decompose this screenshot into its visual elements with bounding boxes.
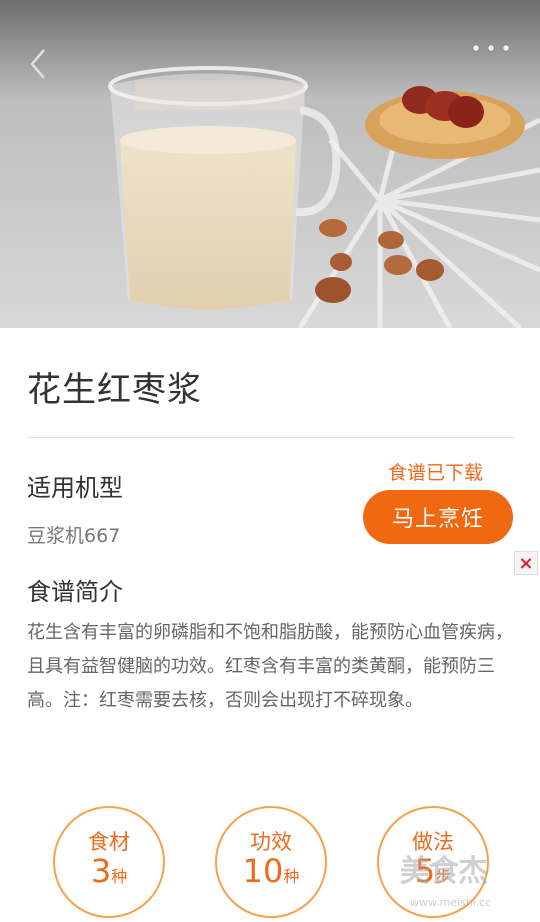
stat-number: 3 <box>90 852 112 890</box>
more-options-button[interactable] <box>468 36 514 60</box>
ingredients-stat-button[interactable]: 食材 3种 <box>53 806 165 918</box>
more-dots-icon <box>473 45 509 51</box>
back-button[interactable] <box>22 44 58 84</box>
divider <box>27 437 514 438</box>
stat-number: 10 <box>242 852 284 890</box>
peanut-date-milk-photo <box>0 0 540 328</box>
chevron-left-icon <box>30 49 45 79</box>
model-label: 适用机型 <box>27 474 123 502</box>
download-status: 食谱已下载 <box>388 462 484 484</box>
recipe-title: 花生红枣浆 <box>27 370 202 410</box>
intro-label: 食谱简介 <box>27 578 123 606</box>
stat-unit: 种 <box>283 867 300 886</box>
stat-value: 3种 <box>55 852 163 890</box>
watermark-logo: 美食杰 <box>400 854 488 889</box>
stat-unit: 种 <box>111 867 128 886</box>
cook-now-button[interactable]: 马上烹饪 <box>363 490 513 544</box>
model-value: 豆浆机667 <box>27 525 121 547</box>
watermark-url: www.meishi.cc <box>410 896 492 909</box>
close-ad-icon[interactable]: × <box>514 551 538 575</box>
intro-text: 花生含有丰富的卵磷脂和不饱和脂肪酸，能预防心血管疾病，且具有益智健脑的功效。红枣… <box>27 622 513 711</box>
recipe-hero-image <box>0 0 540 328</box>
stat-value: 10种 <box>217 852 325 890</box>
effects-stat-button[interactable]: 功效 10种 <box>215 806 327 918</box>
